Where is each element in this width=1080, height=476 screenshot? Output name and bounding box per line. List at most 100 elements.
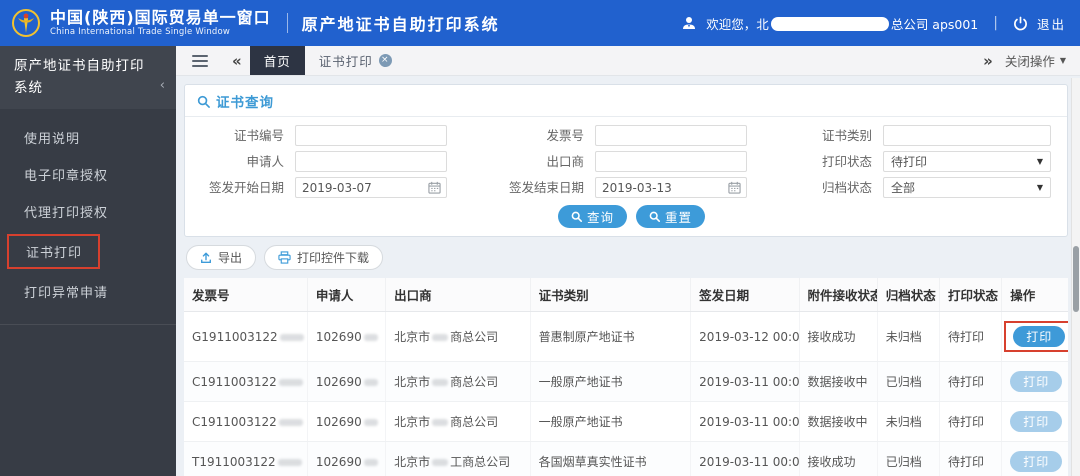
sidebar-item-label: 代理打印授权 [24,206,109,222]
table-header-row: 发票号 申请人 出口商 证书类别 签发日期 附件接收状态 归档状态 打印状态 操作 [184,278,1068,312]
column-header: 打印状态 [939,278,1003,312]
brand: 中国(陕西)国际贸易单一窗口 China International Trade… [10,7,271,39]
column-header: 附件接收状态 [799,278,878,312]
page: 中国(陕西)国际贸易单一窗口 China International Trade… [0,0,1080,476]
cert-no-input[interactable] [295,125,447,146]
archive-status-label: 归档状态 [821,180,872,195]
calendar-icon[interactable] [728,181,741,194]
logout-button[interactable]: 退出 [1037,14,1066,33]
exporter-cell: 北京市 商总公司 [385,401,531,442]
column-header: 归档状态 [877,278,940,312]
print-status-cell: 待打印 [939,441,1003,476]
redaction-smudge [277,458,302,466]
print-status-cell: 待打印 [939,401,1003,442]
column-header: 证书类别 [530,278,692,312]
attach-status-cell: 接收成功 [799,441,878,476]
query-button[interactable]: 查询 [557,205,627,228]
table-row: T1911003122 102690 北京市 工商总公司 各国烟草真实性证书 2019-0… [184,441,1068,476]
tab-cert-print[interactable]: 证书打印 × [305,46,406,75]
print-button[interactable]: 打印 [1013,326,1066,347]
redaction-smudge [363,458,378,466]
column-header: 操作 [1001,278,1068,312]
print-status-select[interactable]: 待打印 ▼ [883,151,1051,172]
calendar-icon[interactable] [428,181,441,194]
column-header: 签发日期 [690,278,800,312]
power-icon[interactable] [1013,16,1028,31]
export-button[interactable]: 导出 [186,245,257,270]
redaction-smudge [363,333,378,341]
print-button[interactable]: 打印 [1010,451,1063,472]
search-panel: 证书查询 证书编号 发票号 证书类别 申请人 出口商 打印状态 待打印 ▼ 签发… [184,84,1068,237]
sidebar: 原产地证书自助打印系统 ‹ 使用说明 电子印章授权 代理打印授权 证书打印 打印异常申请 [0,46,176,476]
cert-type-input[interactable] [883,125,1051,146]
sidebar-item-label: 打印异常申请 [24,286,109,302]
action-cell: 打印 [1001,361,1068,402]
start-date-label: 签发开始日期 [208,180,284,195]
column-header: 申请人 [307,278,387,312]
search-icon [197,95,210,108]
cert-type-cell: 普惠制原产地证书 [530,311,692,362]
sidebar-collapse-icon[interactable]: ‹ [160,76,166,97]
cert-type-cell: 一般原产地证书 [530,361,692,402]
app-title: 原产地证书自助打印系统 [301,15,500,34]
tab-home[interactable]: 首页 [249,46,305,75]
invoice-no-cell: T1911003122 [184,441,308,476]
sidebar-item-link[interactable]: 电子印章授权 [0,156,176,193]
results-table: 发票号 申请人 出口商 证书类别 签发日期 附件接收状态 归档状态 打印状态 操作 G19110… [184,278,1068,476]
brand-logo-icon [12,9,40,37]
sidebar-item-active[interactable]: 证书打印 [0,230,176,273]
invoice-no-cell: C1911003122 [184,361,308,402]
end-date-input[interactable] [595,177,747,198]
exporter-input[interactable] [595,151,747,172]
scroll-tabs-right-icon[interactable]: » [973,46,1001,75]
archive-status-cell: 已归档 [877,361,940,402]
reset-button[interactable]: 重置 [635,205,705,228]
menu-icon[interactable] [192,46,208,75]
start-date-input[interactable] [295,177,447,198]
tab-cert-print-label: 证书打印 [318,54,373,69]
redaction-smudge [432,334,449,341]
select-caret-icon: ▼ [1036,157,1043,166]
scrollbar-thumb[interactable] [1073,246,1079,312]
redaction-smudge [432,459,449,466]
redaction-smudge [278,378,303,386]
attach-status-cell: 数据接收中 [799,361,878,402]
annotation-highlight-box: 打印 [1004,321,1068,352]
print-status-cell: 待打印 [939,361,1003,402]
column-header: 出口商 [385,278,531,312]
close-operations-dropdown[interactable]: 关闭操作 ▼ [1001,46,1080,75]
print-button[interactable]: 打印 [1010,371,1063,392]
print-button[interactable]: 打印 [1010,411,1063,432]
invoice-no-input[interactable] [595,125,747,146]
sidebar-item-label: 证书打印 [7,234,101,270]
applicant-cell: 102690 [307,361,387,402]
exporter-cell: 北京市 商总公司 [385,361,531,402]
sidebar-item-link[interactable]: 打印异常申请 [0,273,176,310]
applicant-label: 申请人 [246,154,284,169]
applicant-input[interactable] [295,151,447,172]
vertical-scrollbar[interactable] [1071,78,1080,476]
attach-status-cell: 数据接收中 [799,401,878,442]
archive-status-cell: 未归档 [877,311,940,362]
column-header: 发票号 [184,278,308,312]
issue-date-cell: 2019-03-11 00:00:00 [690,441,800,476]
exporter-cell: 北京市 商总公司 [385,311,531,362]
archive-status-select[interactable]: 全部 ▼ [883,177,1051,198]
print-control-download-button[interactable]: 打印控件下载 [264,245,384,270]
redaction-blob [770,16,889,31]
close-tab-icon[interactable]: × [378,54,392,67]
sidebar-item-link[interactable]: 代理打印授权 [0,193,176,230]
redaction-smudge [432,379,449,386]
cert-type-label: 证书类别 [821,128,872,143]
sidebar-item-label: 电子印章授权 [24,169,109,185]
issue-date-cell: 2019-03-11 00:00:00 [690,401,800,442]
sidebar-item-link[interactable]: 使用说明 [0,119,176,156]
header-pipe: | [993,15,998,31]
brand-text: 中国(陕西)国际贸易单一窗口 China International Trade… [50,8,271,37]
redaction-smudge [363,418,378,426]
search-icon [571,211,582,222]
welcome-text: 欢迎您，北 总公司 aps001 [706,16,979,32]
print-status-label: 打印状态 [821,154,872,169]
scroll-tabs-left-icon[interactable]: « [222,46,250,75]
redaction-smudge [279,333,304,341]
